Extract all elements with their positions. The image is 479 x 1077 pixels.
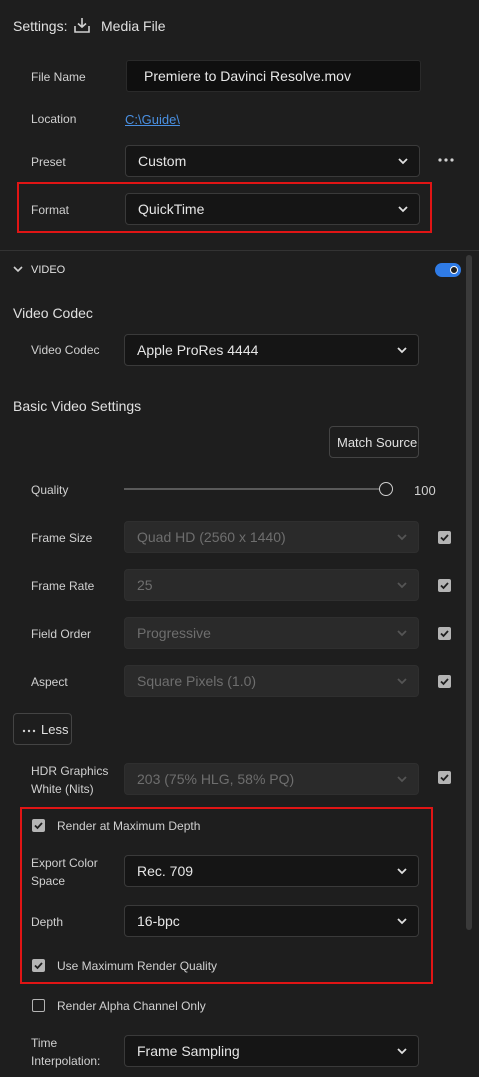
time-interp-label-line2: Interpolation:	[31, 1054, 101, 1068]
chevron-down-icon	[397, 347, 407, 354]
aspect-select[interactable]: Square Pixels (1.0)	[124, 665, 419, 697]
preset-label: Preset	[31, 155, 66, 169]
chevron-down-icon[interactable]	[12, 263, 24, 275]
aspect-match-checkbox[interactable]	[438, 675, 451, 688]
chevron-down-icon	[398, 158, 408, 165]
file-name-value: Premiere to Davinci Resolve.mov	[144, 68, 351, 84]
time-interp-label-line1: Time	[31, 1036, 58, 1050]
aspect-value: Square Pixels (1.0)	[137, 673, 257, 689]
time-interpolation-value: Frame Sampling	[137, 1043, 240, 1059]
hdr-graphics-value: 203 (75% HLG, 58% PQ)	[137, 771, 295, 787]
location-link[interactable]: C:\Guide\	[125, 112, 180, 127]
depth-value: 16-bpc	[137, 913, 180, 929]
preset-value: Custom	[138, 153, 187, 169]
frame-size-label: Frame Size	[31, 531, 93, 545]
quality-value: 100	[414, 483, 436, 498]
chevron-down-icon	[397, 678, 407, 685]
export-color-space-select[interactable]: Rec. 709	[124, 855, 419, 887]
video-codec-value: Apple ProRes 4444	[137, 342, 259, 358]
scrollbar-track[interactable]	[466, 255, 472, 1075]
hdr-match-checkbox[interactable]	[438, 771, 451, 784]
alpha-only-label: Render Alpha Channel Only	[57, 999, 206, 1013]
time-interpolation-select[interactable]: Frame Sampling	[124, 1035, 419, 1067]
toggle-knob	[450, 266, 458, 274]
chevron-down-icon	[397, 630, 407, 637]
video-codec-label: Video Codec	[31, 343, 100, 357]
frame-rate-value: 25	[137, 577, 153, 593]
frame-rate-match-checkbox[interactable]	[438, 579, 451, 592]
field-order-match-checkbox[interactable]	[438, 627, 451, 640]
download-icon	[73, 16, 91, 34]
video-codec-heading: Video Codec	[13, 305, 93, 321]
hdr-label-line2: White (Nits)	[31, 782, 94, 796]
field-order-select[interactable]: Progressive	[124, 617, 419, 649]
render-max-depth-label: Render at Maximum Depth	[57, 819, 201, 833]
time-interpolation-label: Time Interpolation:	[31, 1034, 100, 1070]
alpha-only-checkbox[interactable]	[32, 999, 45, 1012]
export-color-space-label: Export Color Space	[31, 854, 98, 890]
video-codec-select[interactable]: Apple ProRes 4444	[124, 334, 419, 366]
field-order-label: Field Order	[31, 627, 92, 641]
max-render-quality-label: Use Maximum Render Quality	[57, 959, 218, 973]
more-dots-icon	[22, 724, 36, 734]
format-highlight-box	[17, 182, 432, 233]
hdr-graphics-label: HDR Graphics White (Nits)	[31, 762, 108, 798]
less-button[interactable]: Less	[13, 713, 72, 745]
export-color-label-line1: Export Color	[31, 856, 98, 870]
frame-size-match-checkbox[interactable]	[438, 531, 451, 544]
settings-label: Settings:	[13, 18, 68, 34]
settings-header: Settings: Media File	[0, 0, 479, 52]
less-label: Less	[41, 722, 69, 737]
frame-size-value: Quad HD (2560 x 1440)	[137, 529, 286, 545]
render-max-depth-checkbox[interactable]	[32, 819, 45, 832]
export-color-label-line2: Space	[31, 874, 66, 888]
frame-rate-select[interactable]: 25	[124, 569, 419, 601]
video-section-title: VIDEO	[31, 264, 66, 276]
scrollbar-thumb[interactable]	[466, 255, 472, 930]
slider-track	[124, 488, 386, 490]
chevron-down-icon	[397, 868, 407, 875]
hdr-label-line1: HDR Graphics	[31, 764, 109, 778]
quality-label: Quality	[31, 483, 69, 497]
file-name-input[interactable]: Premiere to Davinci Resolve.mov	[126, 60, 421, 92]
file-name-label: File Name	[31, 70, 86, 84]
max-render-quality-checkbox[interactable]	[32, 959, 45, 972]
media-file-label[interactable]: Media File	[101, 18, 166, 34]
video-toggle[interactable]	[435, 263, 461, 277]
depth-select[interactable]: 16-bpc	[124, 905, 419, 937]
chevron-down-icon	[397, 918, 407, 925]
location-label: Location	[31, 112, 77, 126]
export-color-space-value: Rec. 709	[137, 863, 194, 879]
more-options-icon[interactable]	[437, 153, 455, 167]
section-divider	[0, 250, 479, 251]
slider-handle[interactable]	[379, 482, 393, 496]
basic-video-settings-heading: Basic Video Settings	[13, 398, 142, 414]
preset-select[interactable]: Custom	[125, 145, 420, 177]
match-source-label: Match Source	[337, 435, 418, 450]
chevron-down-icon	[397, 1048, 407, 1055]
hdr-graphics-select[interactable]: 203 (75% HLG, 58% PQ)	[124, 763, 419, 795]
chevron-down-icon	[397, 582, 407, 589]
match-source-button[interactable]: Match Source	[329, 426, 419, 458]
field-order-value: Progressive	[137, 625, 211, 641]
quality-slider[interactable]	[124, 481, 394, 497]
depth-label: Depth	[31, 915, 64, 929]
chevron-down-icon	[397, 534, 407, 541]
aspect-label: Aspect	[31, 675, 68, 689]
render-settings-highlight-box	[20, 807, 433, 984]
chevron-down-icon	[397, 776, 407, 783]
frame-size-select[interactable]: Quad HD (2560 x 1440)	[124, 521, 419, 553]
frame-rate-label: Frame Rate	[31, 579, 95, 593]
